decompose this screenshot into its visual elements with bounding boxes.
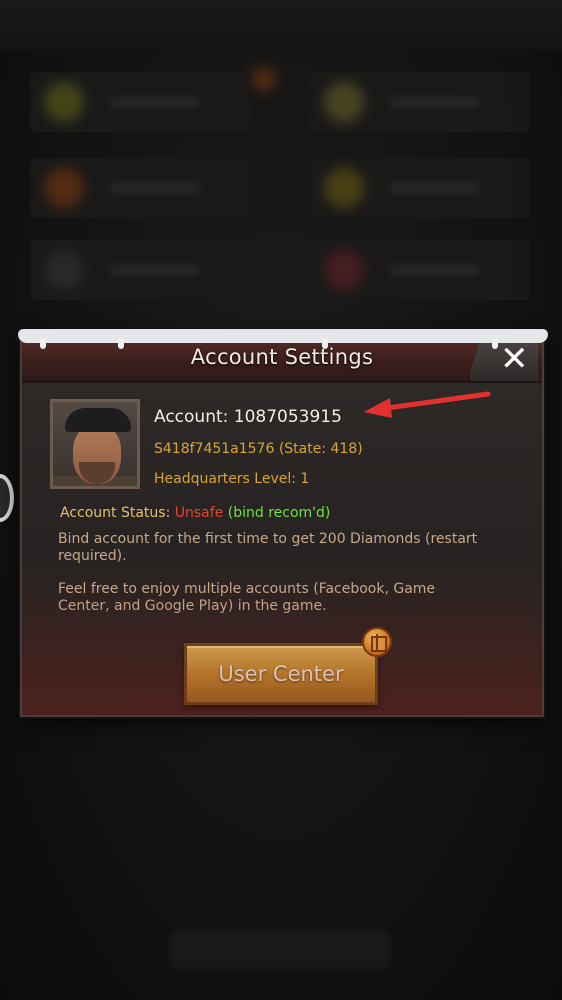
background-menu-item [310,72,530,132]
background-menu-item [30,72,250,132]
avatar[interactable] [50,399,140,489]
background-menu-item [310,240,530,300]
account-line: Account: 1087053915 [154,407,342,427]
account-status-value: Unsafe [174,505,224,521]
background-notification-dot [251,66,277,92]
user-center-button[interactable]: User Center [184,643,378,705]
headquarters-level: Headquarters Level: 1 [154,471,310,487]
dialog-content: Account: 1087053915 S418f7451a1576 (Stat… [22,385,542,715]
background-menu-item [310,158,530,218]
server-state: S418f7451a1576 (State: 418) [154,441,363,457]
snow-decoration [322,339,328,349]
bind-reward-text: Bind account for the first time to get 2… [58,531,478,564]
background-menu-item [30,240,250,300]
close-button[interactable]: ✕ [468,337,538,381]
account-status-label: Account Status: [60,505,171,521]
account-label: Account: [154,407,229,427]
background-bottom-button [170,930,390,970]
gift-icon[interactable] [362,627,392,657]
background-menu-item [30,158,250,218]
snow-decoration [118,339,124,349]
background-top-bar [0,0,562,50]
dialog-title: Account Settings [190,345,374,369]
multi-account-text: Feel free to enjoy multiple accounts (Fa… [58,581,436,614]
red-arrow-annotation [364,391,491,418]
snow-decoration [492,339,498,349]
account-status-hint: (bind recom'd) [227,505,331,521]
account-id: 1087053915 [233,407,342,427]
snow-decoration [18,329,548,343]
account-status: Account Status: Unsafe (bind recom'd) [60,505,330,521]
snow-decoration [40,339,46,349]
close-icon: ✕ [500,339,529,379]
